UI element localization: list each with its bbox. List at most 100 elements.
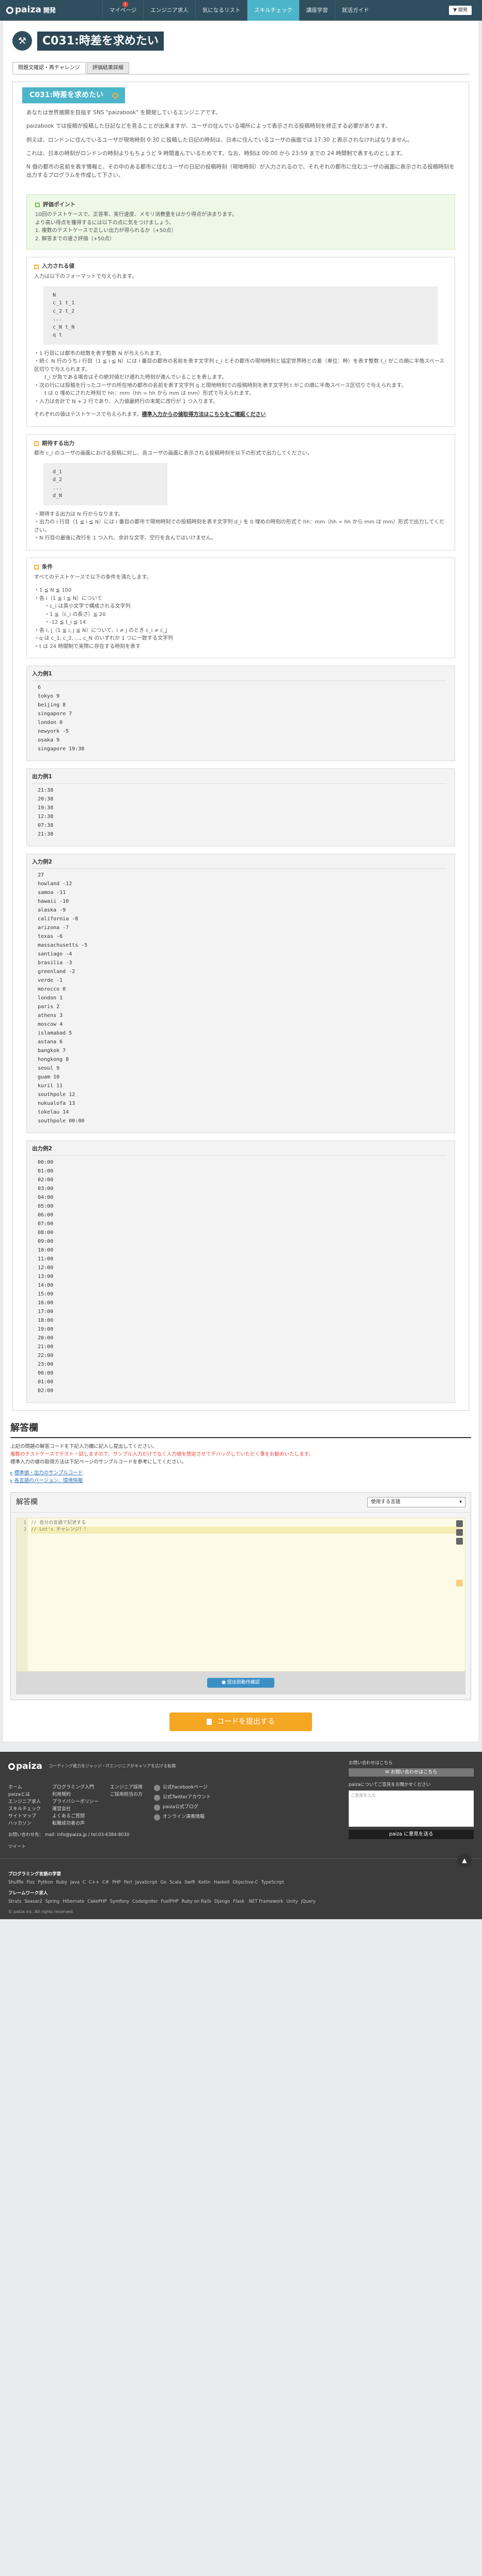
example-line: newyork -5 xyxy=(38,728,69,734)
format-line: ... xyxy=(53,316,63,322)
nav-item[interactable]: スキルチェック xyxy=(247,0,299,21)
keyword-link[interactable]: Seasar2 xyxy=(24,1899,42,1905)
keyword-link[interactable]: JavaScript xyxy=(135,1879,158,1886)
footer-link[interactable]: 転職成功者の声 xyxy=(52,1821,99,1828)
keyword-link[interactable]: Ruby xyxy=(56,1879,67,1886)
line-numbers: 12 xyxy=(17,1518,28,1671)
nav-item[interactable]: 就活ガイド xyxy=(334,0,376,21)
keyword-link[interactable]: Flask xyxy=(233,1899,244,1905)
social-link[interactable]: 公式Facebookページ xyxy=(153,1784,211,1792)
resize-handle-icon[interactable] xyxy=(456,1579,463,1586)
example-line: singapore 19:38 xyxy=(38,746,85,752)
nav-item[interactable]: 講座学習 xyxy=(299,0,335,21)
example-line: islamabad 5 xyxy=(38,1030,72,1037)
example-line: 21:38 xyxy=(38,831,54,837)
keyword-link[interactable]: Python xyxy=(38,1879,53,1886)
example-line: 04:00 xyxy=(38,1195,54,1201)
example-heading: 入力例1 xyxy=(32,670,446,681)
sample-code-link[interactable]: ▸ 標準値・出力のサンプルコード xyxy=(10,1469,471,1477)
keyword-link[interactable]: Spring xyxy=(45,1899,59,1905)
keyword-link[interactable]: Symfony xyxy=(110,1899,129,1905)
footer-link[interactable]: ハッカソン xyxy=(8,1821,41,1828)
keyword-link[interactable]: FuelPHP xyxy=(161,1899,179,1905)
keyword-link[interactable]: Swift xyxy=(184,1879,195,1886)
footer-link[interactable]: サイトマップ xyxy=(8,1813,41,1821)
keyword-link[interactable]: Haskell xyxy=(214,1879,230,1886)
keyword-link[interactable]: Hibernate xyxy=(63,1899,84,1905)
tweet-button[interactable]: ツイート xyxy=(8,1844,222,1850)
note-line: ・1 行目には都市の総数を表す整数 N が与えられます。 xyxy=(34,350,165,357)
send-feedback-button[interactable]: paiza に意見を送る xyxy=(349,1830,474,1840)
social-link[interactable]: paiza公式ブログ xyxy=(153,1804,211,1811)
keyword-link[interactable]: Fizz xyxy=(27,1879,35,1886)
run-test-button[interactable]: ● 提出前動作確認 xyxy=(207,1677,274,1688)
keyword-link[interactable]: C xyxy=(83,1879,86,1886)
example-line: paris 2 xyxy=(38,1004,60,1010)
footer-link[interactable]: エンジニア採用 xyxy=(110,1784,143,1792)
contact-button[interactable]: ✉ お問い合わせはこちら xyxy=(349,1768,474,1777)
keyword-link[interactable]: CakePHP xyxy=(87,1899,107,1905)
language-select[interactable]: 使用する言語 ▾ xyxy=(367,1497,465,1508)
fullscreen-icon[interactable] xyxy=(456,1520,463,1527)
footer-link[interactable]: 利用規約 xyxy=(52,1792,99,1799)
keyword-link[interactable]: jQuery xyxy=(301,1899,316,1905)
keyword-link[interactable]: TypeScript xyxy=(261,1879,284,1886)
nav-item[interactable]: マイページ 1 xyxy=(102,0,143,21)
keyword-link[interactable]: Objective-C xyxy=(232,1879,258,1886)
example-line: london 1 xyxy=(38,995,63,1001)
footer-link[interactable]: ホーム xyxy=(8,1784,41,1792)
reset-icon[interactable] xyxy=(456,1537,463,1545)
keyword-link[interactable]: PHP xyxy=(112,1879,121,1886)
footer-link[interactable]: プログラミング入門 xyxy=(52,1784,99,1792)
keyword-link[interactable]: C# xyxy=(102,1879,109,1886)
nav-item[interactable]: 気になるリスト xyxy=(195,0,247,21)
feedback-textarea[interactable]: ご意見を入力 xyxy=(349,1791,474,1827)
social-link[interactable]: 公式Twitterアカウント xyxy=(153,1794,211,1801)
example-line: 10:00 xyxy=(38,1247,54,1254)
footer-link[interactable]: ご採用担当の方 xyxy=(110,1792,143,1799)
footer-link[interactable]: プライバシーポリシー xyxy=(52,1799,99,1806)
tab-result[interactable]: 評価結果詳細 xyxy=(86,62,129,74)
example-heading: 入力例2 xyxy=(32,858,446,869)
condition-line: ・1 ≦（c_i の長さ）≦ 20 xyxy=(44,611,106,618)
submit-code-button[interactable]: コードを提出する xyxy=(169,1712,312,1731)
input-format-code: Nc_1 t_1 c_2 t_2... c_N t_N q t xyxy=(43,286,438,345)
footer-link[interactable]: スキルチェック xyxy=(8,1806,41,1813)
keyword-link[interactable]: Shuffle xyxy=(8,1879,24,1886)
keyword-link[interactable]: Struts xyxy=(8,1899,21,1905)
account-menu-button[interactable]: ▼ 開発 xyxy=(449,6,472,15)
footer-link[interactable]: エンジニア求人 xyxy=(8,1799,41,1806)
note-line: ・入力は合計で N + 2 行であり、入力値最終行の末尾に改行が 1 つ入ります… xyxy=(34,398,219,405)
footer-link[interactable]: paizaとは xyxy=(8,1792,41,1799)
language-versions-link[interactable]: ▸ 各言語のバージョン、環境情報 xyxy=(10,1477,471,1485)
example-line: 12:00 xyxy=(38,1265,54,1271)
footer-link[interactable]: 運営会社 xyxy=(52,1806,99,1813)
submit-icon xyxy=(207,1718,212,1725)
arrow-icon: ▸ xyxy=(10,1470,13,1476)
logo-text: paiza xyxy=(15,5,41,16)
keyword-link[interactable]: Perl xyxy=(124,1879,132,1886)
settings-icon[interactable] xyxy=(456,1529,463,1536)
keyword-link[interactable]: Java xyxy=(70,1879,80,1886)
footer-logo[interactable]: paiza コーディング能力をジャッジ・ITエンジニアがキャリアを広げる転職 xyxy=(8,1760,222,1773)
social-link[interactable]: オンライン演奏情報 xyxy=(153,1814,211,1821)
keyword-link[interactable]: Unity xyxy=(286,1899,298,1905)
keyword-link[interactable]: C++ xyxy=(89,1879,99,1886)
nav-item[interactable]: エンジニア求人 xyxy=(143,0,195,21)
keyword-link[interactable]: Ruby on Rails xyxy=(182,1899,211,1905)
footer-link[interactable]: よくあるご質問 xyxy=(52,1813,99,1821)
site-logo[interactable]: paiza 開発 xyxy=(0,4,93,17)
tab-problem[interactable]: 問題文確認・再チャレンジ xyxy=(12,62,86,74)
keyword-link[interactable]: Go xyxy=(160,1879,166,1886)
evaluation-line: 10回のテストケースで、正答率、実行速度、メモリ消費量をはかり得点が決まります。 xyxy=(35,212,237,218)
format-line: c_1 t_1 xyxy=(53,300,75,306)
code-area[interactable]: // 自分の言語で記述する // Let's チャレンジ！！ xyxy=(28,1518,465,1671)
example-line: 06:00 xyxy=(38,1212,54,1218)
code-editor[interactable]: 12 // 自分の言語で記述する // Let's チャレンジ！！ xyxy=(16,1517,465,1672)
keyword-link[interactable]: CodeIgniter xyxy=(132,1899,158,1905)
stdin-help-link[interactable]: 標準入力からの値取得方法はこちらをご確認ください xyxy=(142,412,266,418)
keyword-link[interactable]: Kotlin xyxy=(198,1879,211,1886)
keyword-link[interactable]: Scala xyxy=(169,1879,181,1886)
keyword-link[interactable]: Django xyxy=(214,1899,230,1905)
keyword-link[interactable]: .NET Framework xyxy=(247,1899,283,1905)
